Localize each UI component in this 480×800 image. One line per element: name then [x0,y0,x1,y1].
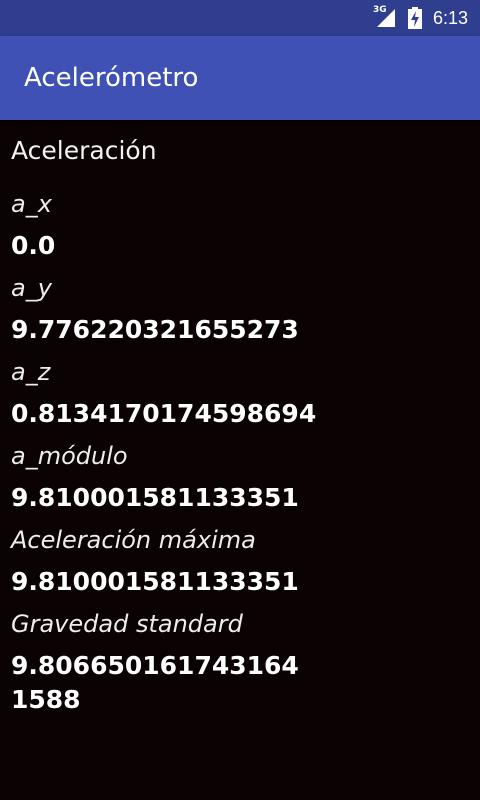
battery-charging-icon [407,7,423,29]
app-title: Acelerómetro [24,63,199,93]
label-a-y: a_y [11,274,52,302]
value-max-acceleration: 9.810001581133351 [11,567,299,596]
label-a-z: a_z [11,358,51,386]
value-standard-gravity: 9.806650161743164 [11,651,299,680]
value-a-x: 0.0 [11,231,56,260]
value-a-y: 9.776220321655273 [11,315,299,344]
value-standard-gravity-continuation: 1588 [11,685,81,714]
value-a-modulo: 9.810001581133351 [11,483,299,512]
clock: 6:13 [432,7,468,28]
status-icons: 3G 6:13 [373,0,468,36]
label-max-acceleration: Aceleración máxima [11,526,256,554]
network-type-label: 3G [372,5,387,15]
section-heading: Aceleración [11,136,157,165]
app-bar: Acelerómetro [0,36,480,120]
cellular-signal-icon: 3G [372,5,397,29]
value-a-z: 0.8134170174598694 [11,399,317,428]
status-bar: 3G 6:13 [0,0,480,36]
main-content: Aceleración a_x 0.0 a_y 9.77622032165527… [0,120,480,800]
label-a-modulo: a_módulo [11,442,128,470]
label-standard-gravity: Gravedad standard [11,610,243,638]
label-a-x: a_x [11,190,52,218]
